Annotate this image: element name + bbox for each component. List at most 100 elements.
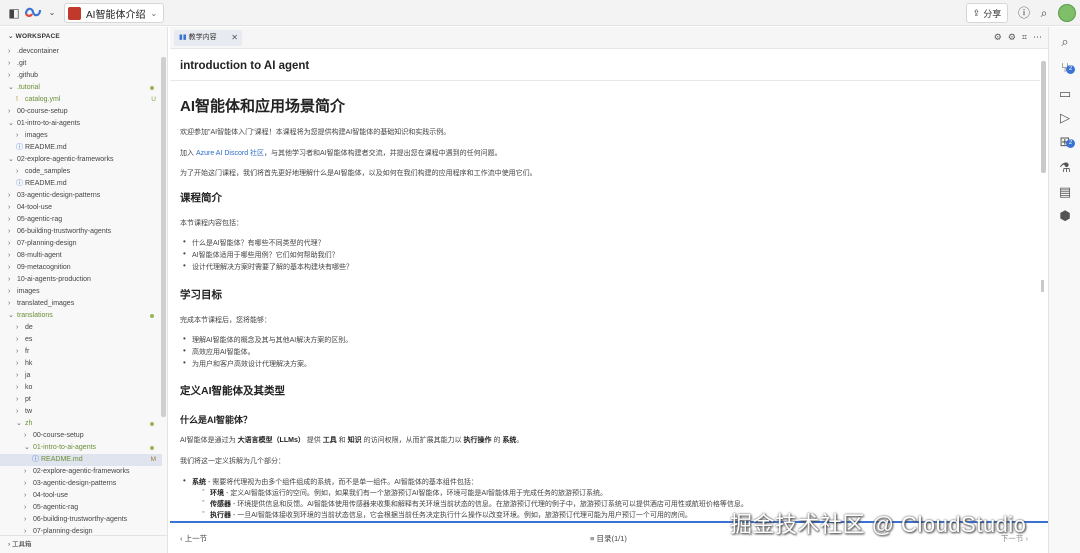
chevron-right-icon: ›: [8, 264, 11, 271]
bold-text: 执行器: [210, 512, 231, 519]
tree-folder[interactable]: › hk: [0, 358, 162, 370]
prev-section-button[interactable]: ‹ 上一节: [180, 533, 207, 544]
editor-area: ▮▮ 教学内容 ✕ ⚙ ⚙ ⌗ ⋯ introduction to AI age…: [170, 27, 1048, 553]
workspace-header[interactable]: ⌄ WORKSPACE: [8, 32, 60, 40]
tree-folder[interactable]: › fr: [0, 346, 162, 358]
tree-file[interactable]: ⓘ README.md: [0, 178, 162, 190]
more-icon[interactable]: ⋯: [1033, 32, 1042, 43]
panel-toggle-icon[interactable]: ◧: [6, 5, 22, 21]
tree-label: zh: [25, 420, 33, 427]
heading-what-is-agent: 什么是AI智能体？: [180, 415, 253, 425]
tree-folder[interactable]: › de: [0, 322, 162, 334]
tree-folder[interactable]: › ja: [0, 370, 162, 382]
tree-label: 01-intro-to-ai-agents: [33, 444, 97, 451]
search-icon[interactable]: ⌕: [1056, 33, 1074, 51]
tree-folder[interactable]: ⌄ 01-intro-to-ai-agents: [0, 442, 162, 454]
git-status-dot: [150, 446, 154, 450]
project-selector[interactable]: AI智能体介绍 ⌄: [64, 3, 165, 23]
tree-folder[interactable]: › 04-tool-use: [0, 490, 162, 502]
chevron-right-icon: ›: [16, 348, 19, 355]
heading-define-agents: 定义AI智能体及其类型: [180, 385, 285, 397]
cloudstudio-logo-icon[interactable]: [24, 5, 42, 21]
chevron-right-icon: ›: [8, 541, 11, 548]
tree-folder[interactable]: › 02-explore-agentic-frameworks: [0, 466, 162, 478]
toolbox-footer[interactable]: › 工具箱: [0, 535, 168, 553]
gear-icon[interactable]: ⚙: [994, 32, 1002, 43]
tree-folder[interactable]: › 00-course-setup: [0, 106, 162, 118]
bold-text: 大语言模型（LLMs）: [237, 437, 305, 444]
discord-link[interactable]: Azure AI Discord 社区: [196, 150, 264, 157]
chevron-right-icon: ›: [8, 48, 11, 55]
chevron-down-icon[interactable]: ⌄: [44, 5, 60, 21]
tree-label: .git: [17, 60, 27, 67]
yaml-file-icon: !: [16, 96, 18, 103]
tree-folder[interactable]: › 05-agentic-rag: [0, 214, 162, 226]
ide-window: ◧ ⌄ AI智能体介绍 ⌄ ⇪ 分享 ⓘ ⌕ ⌄ WORKSPACE › .dev…: [0, 0, 1080, 553]
tree-folder[interactable]: › .git: [0, 58, 162, 70]
window-icon[interactable]: ▤: [1056, 183, 1074, 201]
info-file-icon: ⓘ: [32, 456, 39, 463]
tree-folder[interactable]: ⌄ 01-intro-to-ai-agents: [0, 118, 162, 130]
search-icon[interactable]: ⌕: [1036, 5, 1052, 21]
tree-folder[interactable]: › images: [0, 286, 162, 298]
tree-label: 10-ai-agents-production: [17, 276, 91, 283]
tree-folder[interactable]: › 07-planning-design: [0, 238, 162, 250]
help-icon[interactable]: ⓘ: [1016, 5, 1032, 21]
tree-folder[interactable]: ⌄ zh: [0, 418, 162, 430]
hexagon-icon[interactable]: ⬢: [1056, 207, 1074, 225]
tree-file[interactable]: ! catalog.yml U: [0, 94, 162, 106]
content-scrollbar[interactable]: [1041, 61, 1046, 173]
tree-label: translated_images: [17, 300, 75, 307]
activity-bar: ⌕ ⑂ 2 ▭ ▷ ⊞ 2 ⚗ ▤ ⬢: [1048, 27, 1080, 553]
settings-icon[interactable]: ⚙: [1008, 32, 1016, 43]
chevron-down-icon: ⌄: [8, 120, 14, 127]
terminal-icon[interactable]: ▭: [1056, 85, 1074, 103]
chevron-right-icon: ›: [8, 204, 11, 211]
tree-folder[interactable]: ⌄ 02-explore-agentic-frameworks: [0, 154, 162, 166]
tree-folder[interactable]: › pt: [0, 394, 162, 406]
tree-file[interactable]: ⓘ README.md: [0, 142, 162, 154]
tree-folder[interactable]: › code_samples: [0, 166, 162, 178]
top-bar: ◧ ⌄ AI智能体介绍 ⌄ ⇪ 分享 ⓘ ⌕: [0, 0, 1080, 26]
tree-label: tw: [25, 408, 32, 415]
text: AI智能体是通过为: [180, 437, 238, 444]
tree-folder[interactable]: › 03-agentic-design-patterns: [0, 190, 162, 202]
tree-folder[interactable]: › 03-agentic-design-patterns: [0, 478, 162, 490]
share-button[interactable]: ⇪ 分享: [966, 3, 1008, 23]
tree-folder[interactable]: › es: [0, 334, 162, 346]
toc-button[interactable]: ≡ 目录(1/1): [590, 533, 627, 544]
tree-folder[interactable]: › 06-building-trustworthy-agents: [0, 226, 162, 238]
close-icon[interactable]: ✕: [231, 30, 238, 46]
sublist-item-sensors: 传感器 - 环境提供信息和反馈。AI智能体使用传感器来收集和解释有关环境当前状态…: [202, 498, 748, 509]
tree-folder[interactable]: › .devcontainer: [0, 46, 162, 58]
sidebar-scrollbar[interactable]: [161, 57, 166, 417]
tree-folder[interactable]: › translated_images: [0, 298, 162, 310]
tree-folder[interactable]: › images: [0, 130, 162, 142]
tree-folder[interactable]: › 09-metacognition: [0, 262, 162, 274]
chevron-right-icon: ›: [16, 408, 19, 415]
tree-folder[interactable]: › tw: [0, 406, 162, 418]
run-debug-icon[interactable]: ▷: [1056, 109, 1074, 127]
list-item: 为用户和客户高效设计代理解决方案。: [183, 358, 311, 369]
tree-folder[interactable]: › ko: [0, 382, 162, 394]
flask-icon[interactable]: ⚗: [1056, 159, 1074, 177]
tree-folder[interactable]: › 08-multi-agent: [0, 250, 162, 262]
grid-icon[interactable]: ⌗: [1022, 32, 1027, 43]
tree-folder[interactable]: › 05-agentic-rag: [0, 502, 162, 514]
share-label: 分享: [983, 8, 1002, 19]
tree-folder[interactable]: › 04-tool-use: [0, 202, 162, 214]
tab-teaching-content[interactable]: ▮▮ 教学内容 ✕: [174, 30, 242, 46]
extensions-badge: 2: [1066, 139, 1075, 148]
tree-folder[interactable]: ⌄ .tutorial: [0, 82, 162, 94]
chevron-right-icon: ›: [16, 336, 19, 343]
git-status-dot: [150, 86, 154, 90]
tree-folder[interactable]: › 06-building-trustworthy-agents: [0, 514, 162, 526]
tree-label: README.md: [25, 180, 67, 187]
tree-folder[interactable]: › 10-ai-agents-production: [0, 274, 162, 286]
tree-folder[interactable]: ⌄ translations: [0, 310, 162, 322]
git-status-badge: U: [151, 96, 156, 103]
avatar[interactable]: [1058, 4, 1076, 22]
tree-file[interactable]: ⓘ README.md M: [0, 454, 162, 466]
tree-folder[interactable]: › 00-course-setup: [0, 430, 162, 442]
tree-folder[interactable]: › .github: [0, 70, 162, 82]
